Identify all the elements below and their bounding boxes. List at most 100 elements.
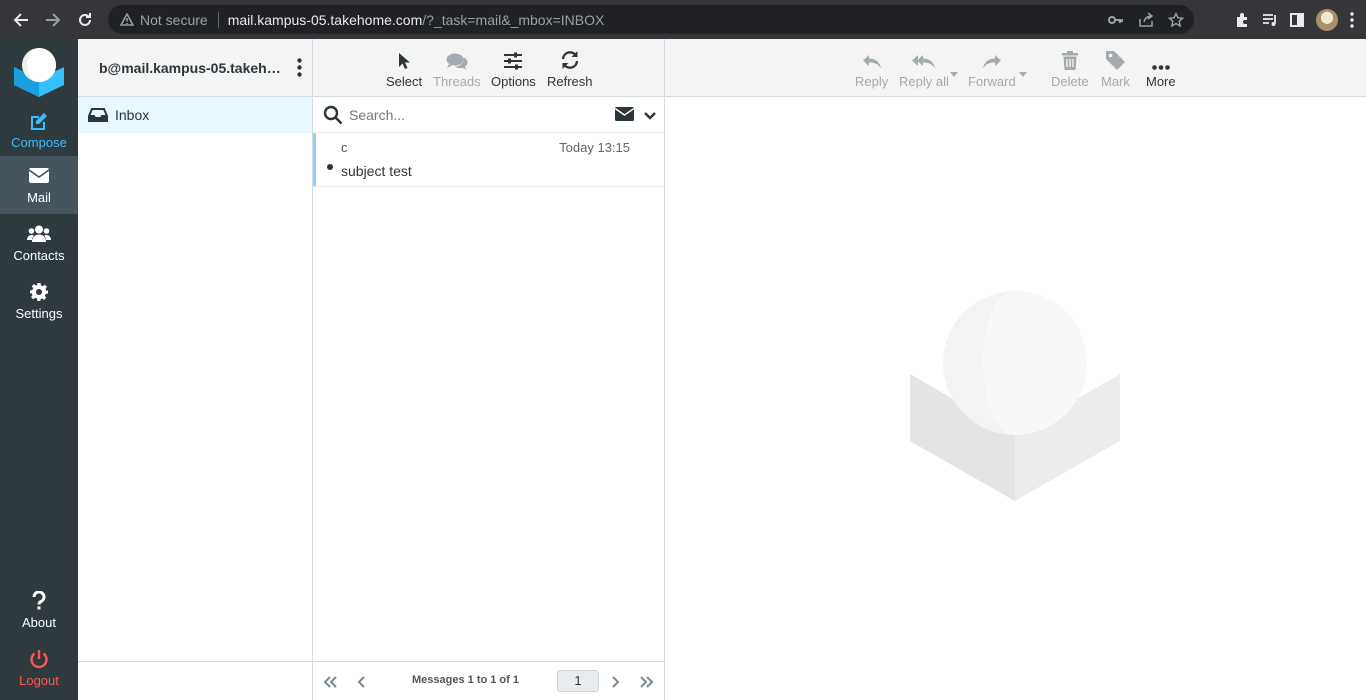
inbox-icon	[88, 108, 108, 122]
forward-nav-icon[interactable]	[37, 0, 69, 39]
forward-icon	[982, 48, 1002, 70]
envelope-filter-icon[interactable]	[614, 106, 635, 124]
browser-menu-icon[interactable]	[1350, 11, 1354, 28]
tag-icon	[1105, 48, 1125, 70]
power-icon	[29, 649, 49, 669]
folder-label: Inbox	[115, 107, 150, 123]
nav-contacts[interactable]: Contacts	[0, 214, 78, 272]
nav-compose[interactable]: Compose	[0, 101, 78, 159]
url-text: mail.kampus-05.takehome.com/?_task=mail&…	[228, 12, 605, 28]
message-row[interactable]: c Today 13:15 subject test	[313, 133, 664, 187]
refresh-icon	[560, 48, 580, 70]
reply-label: Reply	[855, 73, 889, 89]
comments-icon	[446, 48, 468, 70]
reply-all-caret-icon[interactable]	[950, 65, 958, 80]
threads-button[interactable]: Threads	[433, 39, 481, 97]
account-name: b@mail.kampus-05.takeho...	[99, 59, 283, 76]
forward-button[interactable]: Forward	[968, 39, 1016, 97]
folder-options-icon[interactable]	[297, 58, 302, 80]
envelope-icon	[29, 166, 49, 186]
select-label: Select	[386, 73, 423, 89]
unread-dot-icon[interactable]	[327, 164, 333, 170]
message-toolbar: Reply Reply all Forward Delete Mark More	[665, 39, 1366, 97]
nav-mail-label: Mail	[27, 189, 51, 205]
nav-about[interactable]: About	[0, 581, 78, 639]
roundcube-watermark-logo	[910, 291, 1120, 501]
last-page-icon[interactable]	[635, 662, 659, 700]
folder-panel-footer	[78, 661, 312, 700]
divider	[217, 11, 219, 28]
gear-icon	[30, 282, 48, 302]
nav-about-label: About	[22, 614, 56, 630]
media-playlist-icon[interactable]	[1262, 13, 1278, 27]
nav-settings[interactable]: Settings	[0, 272, 78, 330]
search-icon	[323, 105, 343, 125]
message-count: Messages 1 to 1 of 1	[412, 674, 519, 686]
compose-icon	[29, 111, 49, 131]
first-page-icon[interactable]	[318, 662, 342, 700]
nav-contacts-label: Contacts	[13, 247, 65, 263]
delete-button[interactable]: Delete	[1051, 39, 1089, 97]
url-path: /?_task=mail&_mbox=INBOX	[422, 11, 605, 28]
profile-avatar[interactable]	[1316, 8, 1338, 31]
refresh-label: Refresh	[547, 73, 593, 89]
message-content-panel: Reply Reply all Forward Delete Mark More	[665, 39, 1366, 700]
key-icon[interactable]	[1108, 15, 1124, 25]
reply-button[interactable]: Reply	[855, 39, 888, 97]
browser-toolbar: Not secure mail.kampus-05.takehome.com/?…	[0, 0, 1366, 39]
nav-logout-label: Logout	[19, 672, 59, 688]
warning-icon	[120, 13, 134, 26]
side-panel-icon[interactable]	[1290, 12, 1304, 27]
mark-label: Mark	[1101, 73, 1130, 89]
nav-settings-label: Settings	[15, 305, 63, 321]
address-bar[interactable]: Not secure mail.kampus-05.takehome.com/?…	[108, 5, 1194, 34]
mark-button[interactable]: Mark	[1101, 39, 1130, 97]
folder-panel-header: b@mail.kampus-05.takeho...	[78, 39, 312, 97]
next-page-icon[interactable]	[604, 662, 628, 700]
users-icon	[27, 224, 51, 244]
app-navigation: Compose Mail Contacts Settings About Log…	[0, 39, 78, 700]
reply-all-button[interactable]: Reply all	[899, 39, 949, 97]
search-input[interactable]	[349, 106, 599, 123]
nav-mail[interactable]: Mail	[0, 156, 78, 214]
forward-label: Forward	[968, 73, 1016, 89]
options-button[interactable]: Options	[491, 39, 536, 97]
search-bar	[313, 97, 664, 133]
security-label: Not secure	[140, 11, 208, 28]
more-button[interactable]: More	[1146, 39, 1176, 97]
extensions-icon[interactable]	[1234, 12, 1250, 28]
reply-all-icon	[911, 48, 936, 70]
page-number-input[interactable]: 1	[557, 670, 599, 692]
delete-label: Delete	[1051, 73, 1089, 89]
message-from: c	[341, 140, 348, 155]
pagination-bar: Messages 1 to 1 of 1 1	[313, 661, 664, 700]
threads-label: Threads	[433, 73, 481, 89]
options-label: Options	[491, 73, 536, 89]
nav-logout[interactable]: Logout	[0, 639, 78, 697]
select-button[interactable]: Select	[386, 39, 422, 97]
chevron-down-icon[interactable]	[644, 108, 656, 123]
back-icon[interactable]	[5, 0, 37, 39]
message-list-panel: Select Threads Options Refresh Search...…	[313, 39, 665, 700]
more-label: More	[1146, 73, 1176, 89]
question-icon	[32, 590, 46, 611]
reply-icon	[862, 48, 882, 70]
reply-all-label: Reply all	[899, 73, 949, 89]
previous-page-icon[interactable]	[349, 662, 373, 700]
share-icon[interactable]	[1138, 12, 1154, 27]
reload-icon[interactable]	[69, 0, 101, 39]
list-toolbar: Select Threads Options Refresh	[313, 39, 664, 97]
refresh-button[interactable]: Refresh	[547, 39, 593, 97]
ellipsis-icon	[1152, 48, 1170, 70]
sliders-icon	[503, 48, 523, 70]
pointer-icon	[398, 48, 411, 70]
roundcube-logo[interactable]	[12, 45, 66, 97]
message-date: Today 13:15	[559, 140, 630, 155]
bookmark-star-icon[interactable]	[1168, 11, 1184, 28]
forward-caret-icon[interactable]	[1019, 65, 1027, 80]
trash-icon	[1061, 48, 1078, 70]
message-subject: subject test	[341, 163, 412, 179]
folder-item-inbox[interactable]: Inbox	[78, 97, 312, 133]
folder-panel: b@mail.kampus-05.takeho... Inbox	[78, 39, 313, 700]
url-host: mail.kampus-05.takehome.com	[227, 11, 423, 28]
